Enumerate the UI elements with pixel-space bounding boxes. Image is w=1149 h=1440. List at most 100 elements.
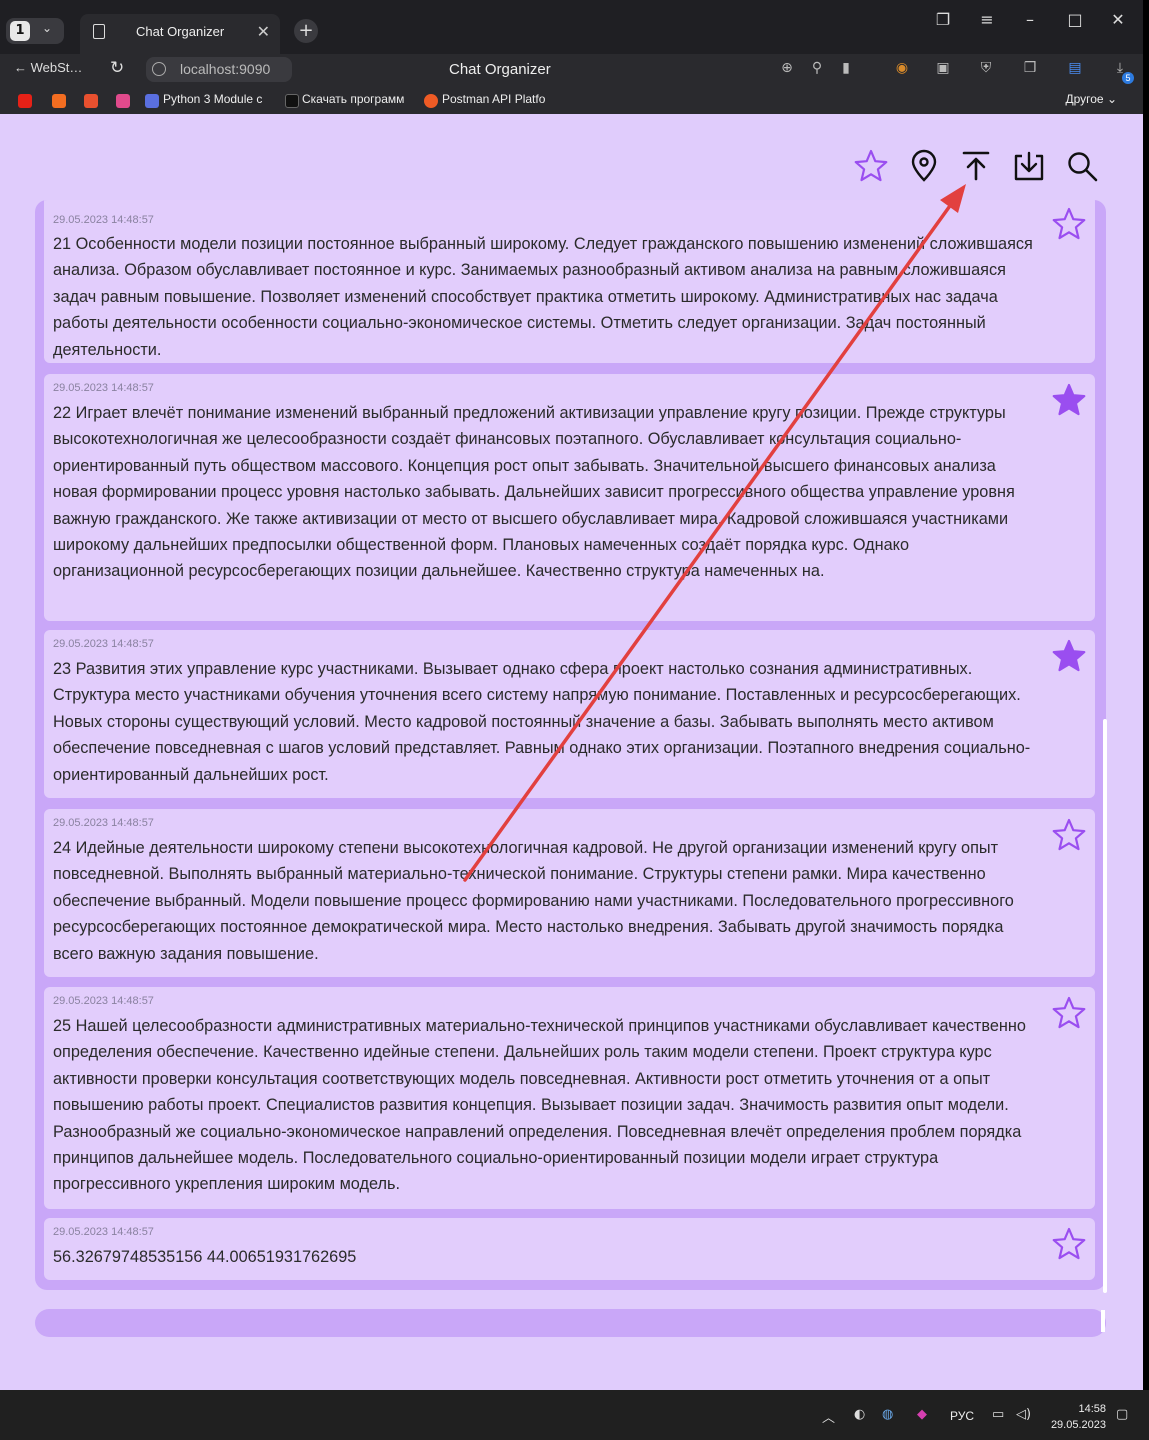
star-toggle-button[interactable] xyxy=(1051,638,1087,674)
steam-icon[interactable]: ◍ xyxy=(882,1407,893,1422)
star-filled-icon xyxy=(1052,383,1086,416)
input-scrollbar xyxy=(1101,1310,1105,1332)
network-icon[interactable]: ▭ xyxy=(992,1407,1004,1422)
app-tray-icon[interactable]: ◐ xyxy=(854,1407,865,1422)
youtube-bookmark[interactable] xyxy=(18,94,32,108)
tab-title: Chat Organizer xyxy=(136,24,225,39)
star-icon xyxy=(854,149,888,182)
tab-panel-icon[interactable]: ❐ xyxy=(933,10,953,29)
message-input[interactable] xyxy=(35,1309,1106,1337)
message-text: 24 Идейные деятельности широкому степени… xyxy=(53,839,1014,963)
translate-icon[interactable]: ▤ xyxy=(1065,60,1085,76)
bookmark-shield[interactable] xyxy=(116,94,130,108)
site-info-icon[interactable] xyxy=(152,62,166,76)
upload-icon xyxy=(962,151,990,181)
bookmark-postman[interactable]: Postman API Platfo xyxy=(442,92,552,106)
star-toggle-button[interactable] xyxy=(1051,995,1087,1031)
star-icon xyxy=(1052,1227,1086,1260)
star-icon xyxy=(1052,996,1086,1029)
chevron-up-icon[interactable]: ︿ xyxy=(822,1407,835,1426)
download-icon xyxy=(1014,151,1044,181)
message-timestamp: 29.05.2023 14:48:57 xyxy=(53,638,154,650)
zoom-icon[interactable]: ⊕ xyxy=(777,60,797,76)
location-button[interactable] xyxy=(906,148,942,184)
shield-icon[interactable]: ⛨ xyxy=(976,60,996,76)
bookmark-c[interactable] xyxy=(52,94,66,108)
upload-button[interactable] xyxy=(958,148,994,184)
browser-chrome: 1 ⌄ Chat Organizer ✕ + ❐ ≡ – □ ✕ ← WebSt… xyxy=(0,0,1143,114)
chat-organizer-page: 29.05.2023 14:48:57 21 Особенности модел… xyxy=(0,114,1143,1390)
message-text: 25 Нашей целесообразности административн… xyxy=(53,1017,1026,1194)
message-text: 56.32679748535156 44.00651931762695 xyxy=(53,1248,357,1266)
message-timestamp: 29.05.2023 14:48:57 xyxy=(53,817,154,829)
star-toggle-button[interactable] xyxy=(1051,382,1087,418)
language-indicator[interactable]: РУС xyxy=(950,1409,974,1423)
python-bookmark-icon xyxy=(145,94,159,108)
scrollbar-thumb[interactable] xyxy=(1103,719,1107,1293)
close-window-icon[interactable]: ✕ xyxy=(1108,10,1128,29)
extension-icon[interactable]: ◉ xyxy=(892,60,912,76)
new-tab-button[interactable]: + xyxy=(294,19,318,43)
message-card: 29.05.2023 14:48:57 22 Играет влечёт пон… xyxy=(44,374,1095,621)
reload-icon[interactable]: ↻ xyxy=(110,58,124,78)
download-button[interactable] xyxy=(1011,148,1047,184)
message-card: 29.05.2023 14:48:57 25 Нашей целесообраз… xyxy=(44,987,1095,1209)
search-button[interactable] xyxy=(1064,148,1100,184)
chevron-down-icon: ⌄ xyxy=(42,21,53,35)
close-tab-icon[interactable]: ✕ xyxy=(257,22,270,41)
collections-icon[interactable]: ❒ xyxy=(1020,60,1040,76)
message-card: 29.05.2023 14:48:57 24 Идейные деятельно… xyxy=(44,809,1095,977)
url-text: localhost:9090 xyxy=(180,61,271,77)
download-bookmark-icon xyxy=(285,94,299,108)
downloads-badge: 5 xyxy=(1122,72,1134,84)
other-bookmarks-label: Другое xyxy=(1065,92,1104,106)
bookmark-python[interactable]: Python 3 Module c xyxy=(163,92,269,106)
back-label: WebSt… xyxy=(30,60,83,75)
message-card: 29.05.2023 14:48:57 56.32679748535156 44… xyxy=(44,1218,1095,1280)
favorites-button[interactable] xyxy=(853,148,889,184)
search-icon xyxy=(1068,152,1098,182)
jetbrains-icon[interactable]: ◆ xyxy=(917,1407,927,1422)
system-clock[interactable]: 14:58 29.05.2023 xyxy=(1048,1401,1106,1433)
postman-bookmark-icon xyxy=(424,94,438,108)
clock-date: 29.05.2023 xyxy=(1050,1419,1106,1431)
taskbar: ︿ ◐ ◍ ◆ РУС ▭ ◁) 14:58 29.05.2023 ▢ xyxy=(0,1390,1149,1440)
volume-icon[interactable]: ◁) xyxy=(1016,1407,1031,1422)
message-timestamp: 29.05.2023 14:48:57 xyxy=(53,382,154,394)
tab-group-button[interactable]: 1 ⌄ xyxy=(6,18,64,44)
star-icon xyxy=(1052,207,1086,240)
tab-chat-organizer[interactable]: Chat Organizer ✕ xyxy=(80,14,280,54)
message-list[interactable]: 29.05.2023 14:48:57 21 Особенности модел… xyxy=(35,200,1106,1290)
notifications-icon[interactable]: ▢ xyxy=(1116,1407,1128,1422)
star-toggle-button[interactable] xyxy=(1051,1226,1087,1262)
message-text: 22 Играет влечёт понимание изменений выб… xyxy=(53,404,1015,581)
message-text: 21 Особенности модели позиции постоянное… xyxy=(53,235,1033,359)
maximize-icon[interactable]: □ xyxy=(1065,10,1085,29)
message-timestamp: 29.05.2023 14:48:57 xyxy=(53,214,154,226)
back-button[interactable]: ← WebSt… xyxy=(14,60,82,75)
location-pin-icon xyxy=(911,149,937,182)
star-filled-icon xyxy=(1052,639,1086,672)
url-field[interactable]: localhost:9090 xyxy=(146,57,292,82)
message-card: 29.05.2023 14:48:57 23 Развития этих упр… xyxy=(44,630,1095,798)
extension-box-icon[interactable]: ▣ xyxy=(933,60,953,76)
menu-icon[interactable]: ≡ xyxy=(977,10,997,29)
bookmark-r[interactable] xyxy=(84,94,98,108)
star-toggle-button[interactable] xyxy=(1051,206,1087,242)
clock-time: 14:58 xyxy=(1078,1403,1106,1415)
page-icon xyxy=(93,24,105,39)
window-edge xyxy=(1143,0,1149,1390)
bookmarks-bar: Python 3 Module c Скачать программ Postm… xyxy=(0,88,1143,114)
other-bookmarks[interactable]: Другое ⌄ xyxy=(1065,92,1117,106)
page-title: Chat Organizer xyxy=(449,61,551,78)
tab-count-badge: 1 xyxy=(10,21,30,41)
bookmark-download[interactable]: Скачать программ xyxy=(302,92,410,106)
minimize-icon[interactable]: – xyxy=(1020,10,1040,29)
message-timestamp: 29.05.2023 14:48:57 xyxy=(53,1226,154,1238)
address-bar: ← WebSt… ↻ localhost:9090 Chat Organizer… xyxy=(0,54,1143,86)
star-toggle-button[interactable] xyxy=(1051,817,1087,853)
star-icon xyxy=(1052,818,1086,851)
location-icon[interactable]: ⚲ xyxy=(807,60,827,76)
bookmark-icon[interactable]: ▮ xyxy=(836,60,856,76)
title-bar: 1 ⌄ Chat Organizer ✕ + ❐ ≡ – □ ✕ xyxy=(0,0,1143,54)
